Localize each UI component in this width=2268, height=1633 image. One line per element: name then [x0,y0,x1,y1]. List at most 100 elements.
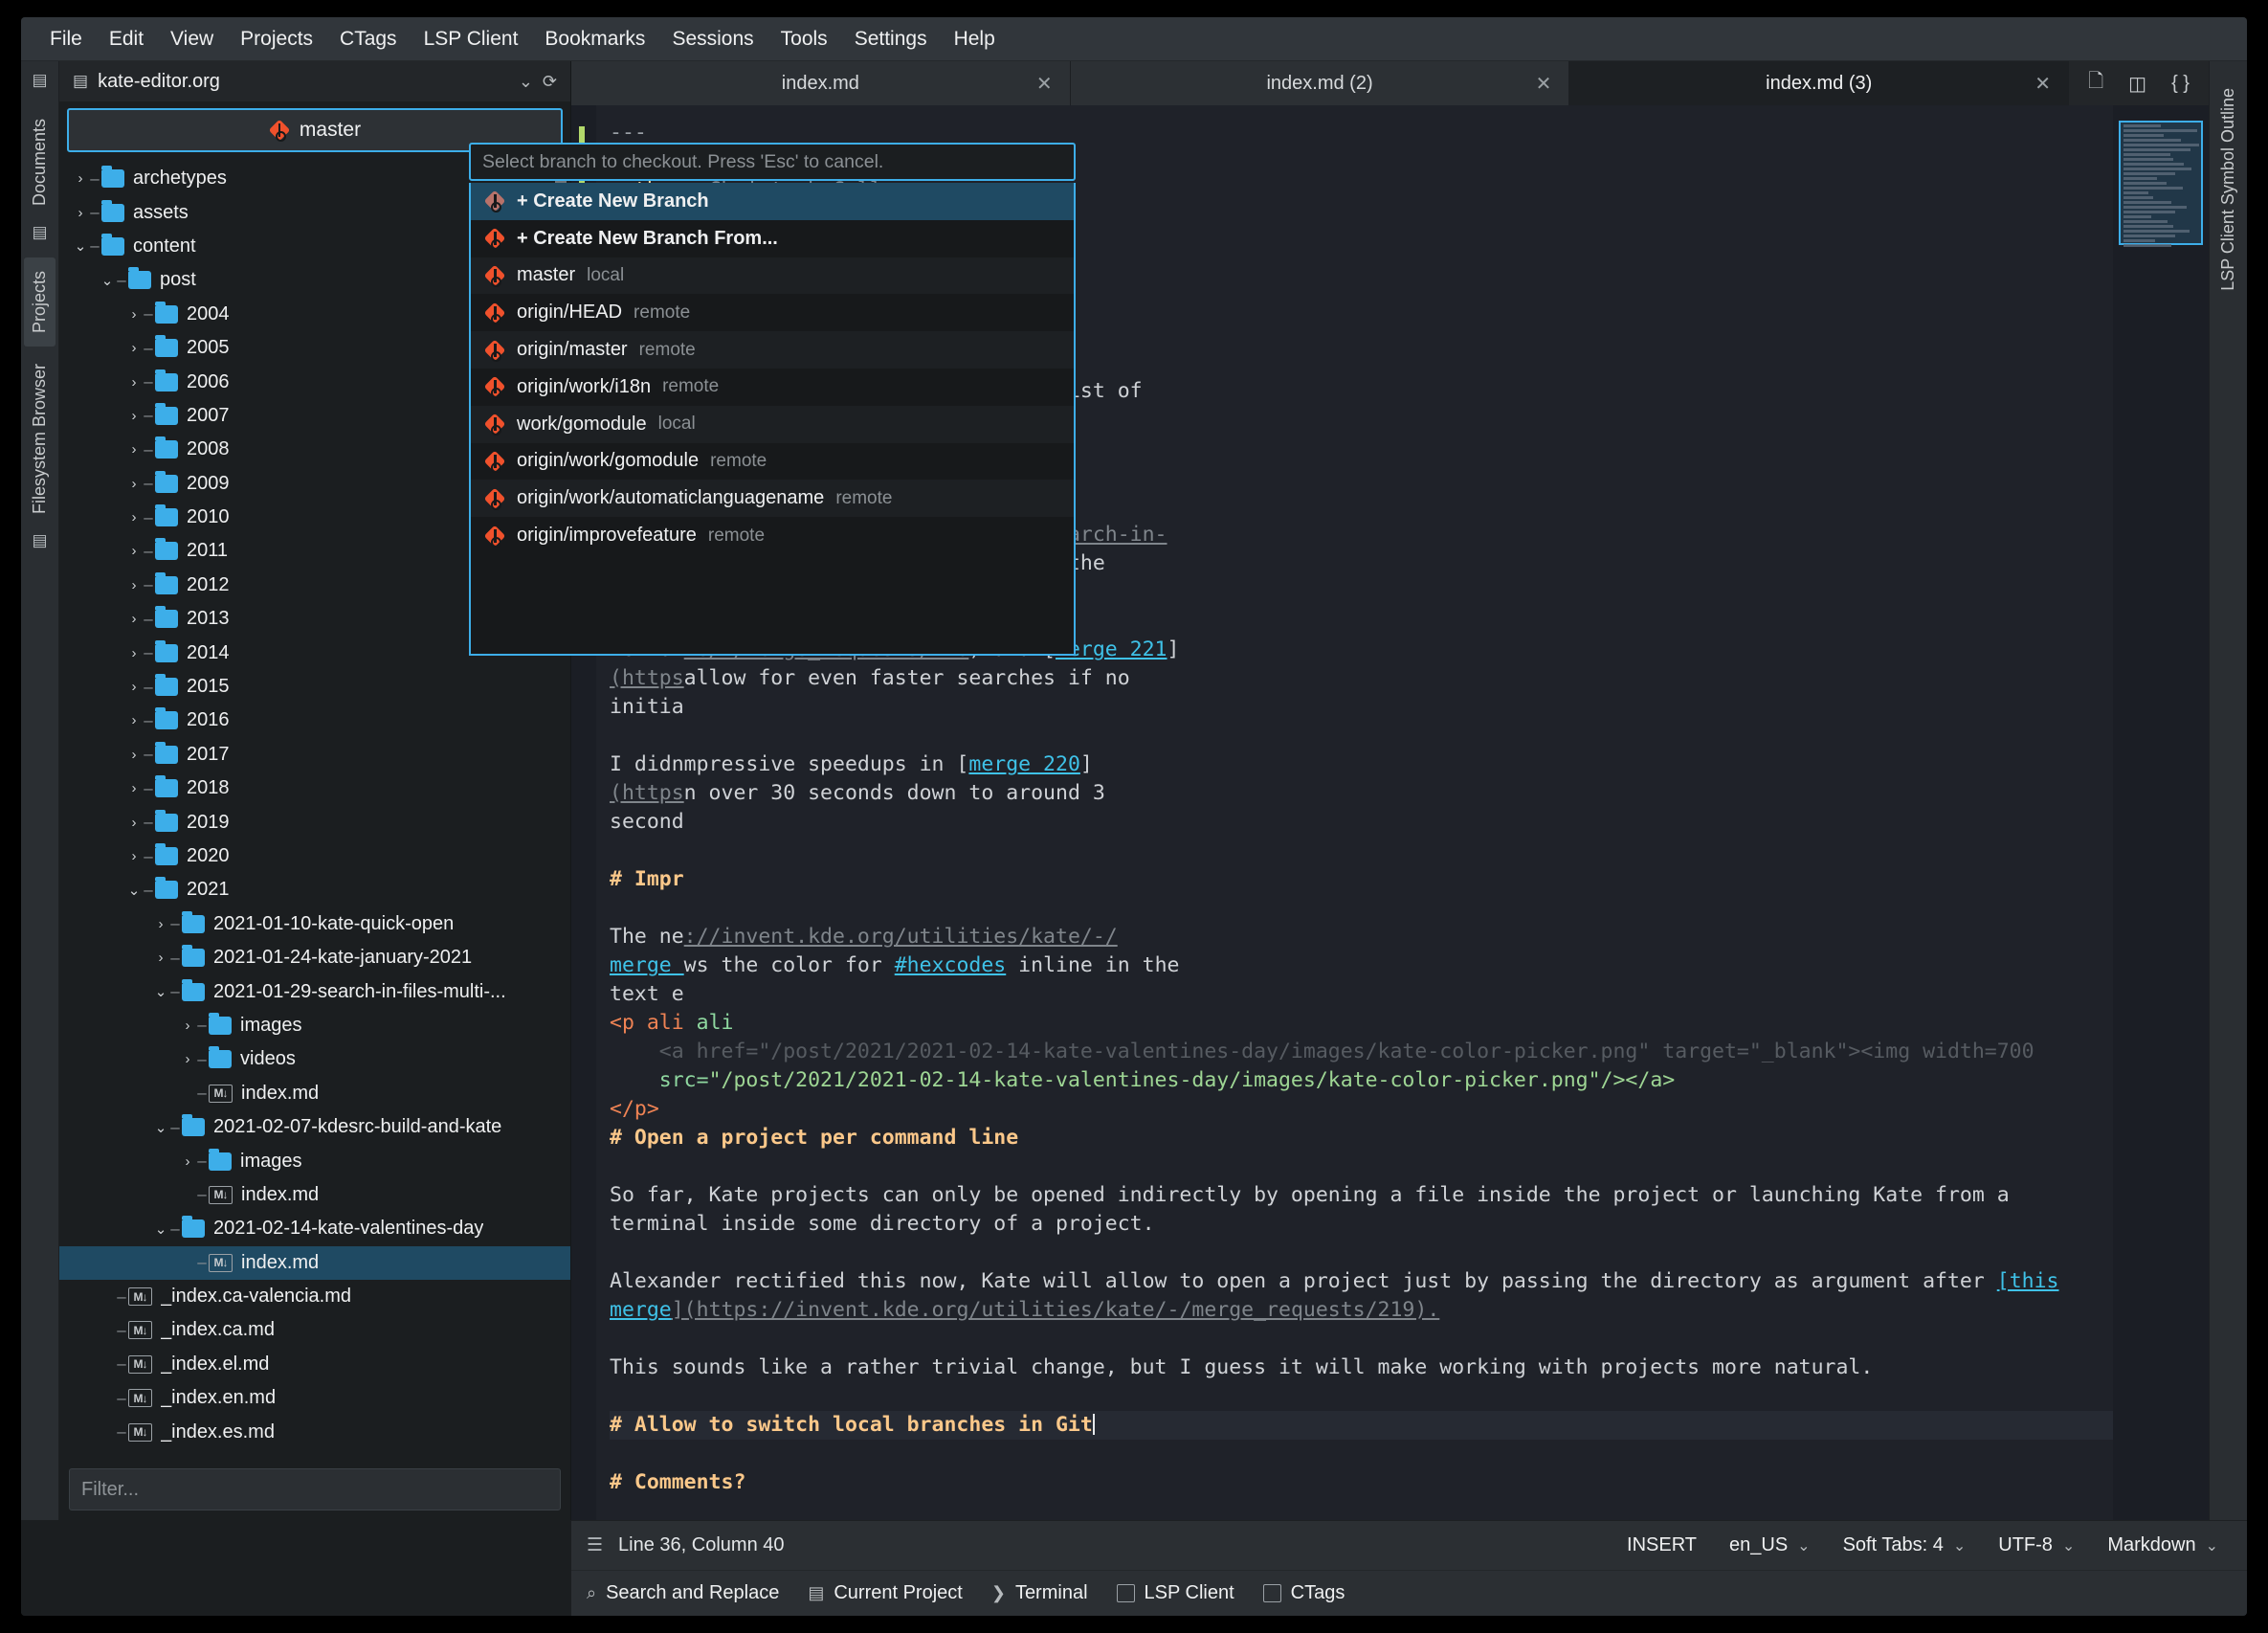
sidebar-tab-projects[interactable]: Projects [24,257,56,347]
branch-list-item[interactable]: origin/masterremote [471,331,1074,369]
menu-sessions[interactable]: Sessions [658,23,767,56]
chevron-down-icon[interactable]: ⌄ [519,72,533,92]
syntax-mode-selector[interactable]: Markdown⌄ [2107,1534,2218,1556]
branch-list-item[interactable]: work/gomodulelocal [471,406,1074,443]
menu-edit[interactable]: Edit [96,23,157,56]
toolbar-current-project[interactable]: ▤Current Project [808,1582,963,1604]
filter-input[interactable]: Filter... [69,1468,561,1510]
chevron-right-icon[interactable]: › [126,441,142,458]
tree-item[interactable]: ⌄–2021 [59,873,570,906]
chevron-down-icon[interactable]: ⌄ [153,983,168,1000]
chevron-right-icon[interactable]: › [126,645,142,661]
chevron-right-icon[interactable]: › [153,916,168,932]
menu-help[interactable]: Help [941,23,1009,56]
chevron-right-icon[interactable]: › [180,1051,195,1067]
tree-item[interactable]: ⌄–2021-02-14-kate-valentines-day [59,1212,570,1245]
branch-list-item[interactable]: origin/work/gomoduleremote [471,443,1074,481]
tree-item[interactable]: ›–2021-01-24-kate-january-2021 [59,941,570,974]
chevron-right-icon[interactable]: › [126,476,142,492]
chevron-down-icon[interactable]: ⌄ [126,882,142,899]
insert-mode[interactable]: INSERT [1627,1534,1697,1556]
tree-item[interactable]: ›–2016 [59,704,570,737]
close-icon[interactable]: ✕ [1036,72,1053,96]
locale-selector[interactable]: en_US⌄ [1729,1534,1811,1556]
chevron-right-icon[interactable]: › [126,679,142,695]
new-document-icon[interactable]: 🗋 [2088,67,2103,100]
tree-item[interactable]: ⌄–2021-02-07-kdesrc-build-and-kate [59,1110,570,1144]
tree-item[interactable]: ·–M↓index.md [59,1077,570,1110]
tree-item[interactable]: ·–M↓index.md [59,1246,570,1280]
chevron-right-icon[interactable]: › [73,170,88,187]
tree-item[interactable]: ·–M↓_index.es.md [59,1415,570,1448]
tree-item[interactable]: ›–2015 [59,670,570,704]
menu-lsp-client[interactable]: LSP Client [411,23,532,56]
split-view-icon[interactable]: ◫ [2128,72,2146,96]
project-selector-bar[interactable]: ▤ kate-editor.org ⌄ ⟳ [59,61,570,101]
close-icon[interactable]: ✕ [1536,72,1552,96]
editor-minimap[interactable] [2113,105,2209,1520]
tree-item[interactable]: ›–videos [59,1042,570,1076]
braces-icon[interactable]: { } [2171,73,2190,95]
chevron-right-icon[interactable]: › [73,205,88,221]
menu-view[interactable]: View [157,23,227,56]
tab-index-md-1[interactable]: index.md ✕ [571,61,1071,105]
menu-projects[interactable]: Projects [227,23,326,56]
chevron-right-icon[interactable]: › [126,543,142,559]
chevron-right-icon[interactable]: › [126,780,142,796]
branch-list-item[interactable]: origin/work/automaticlanguagenameremote [471,480,1074,517]
tree-item[interactable]: ⌄–2021-01-29-search-in-files-multi-... [59,974,570,1008]
tree-item[interactable]: ·–M↓_index.el.md [59,1348,570,1381]
tree-item[interactable]: ›–2017 [59,738,570,772]
toolbar-terminal[interactable]: ❯Terminal [991,1582,1088,1604]
branch-list-item[interactable]: masterlocal [471,257,1074,295]
sidebar-tab-documents[interactable]: Documents [24,105,56,219]
branch-list-item[interactable]: + Create New Branch From... [471,220,1074,257]
chevron-right-icon[interactable]: › [126,408,142,424]
chevron-right-icon[interactable]: › [180,1018,195,1034]
chevron-right-icon[interactable]: › [180,1153,195,1170]
tree-item[interactable]: ›–2021-01-10-kate-quick-open [59,907,570,941]
chevron-right-icon[interactable]: › [126,340,142,356]
chevron-down-icon[interactable]: ⌄ [100,272,115,289]
chevron-right-icon[interactable]: › [126,306,142,323]
minimap-viewport[interactable] [2119,121,2203,245]
branch-search-input[interactable]: Select branch to checkout. Press 'Esc' t… [469,143,1076,181]
toolbar-ctags[interactable]: CTags [1263,1582,1345,1604]
branch-list-item[interactable]: + Create New Branch [471,183,1074,220]
menu-ctags[interactable]: CTags [326,23,411,56]
chevron-down-icon[interactable]: ⌄ [153,1119,168,1136]
branch-list-item[interactable]: origin/HEADremote [471,294,1074,331]
chevron-right-icon[interactable]: › [126,509,142,526]
branch-list[interactable]: + Create New Branch+ Create New Branch F… [469,183,1076,656]
tab-index-md-2[interactable]: index.md (2) ✕ [1071,61,1570,105]
tree-item[interactable]: ·–M↓_index.ca-valencia.md [59,1280,570,1313]
reload-icon[interactable]: ⟳ [543,72,557,92]
encoding-selector[interactable]: UTF-8⌄ [1998,1534,2075,1556]
menu-file[interactable]: File [36,23,96,56]
tree-item[interactable]: ›–2019 [59,805,570,839]
chevron-right-icon[interactable]: › [126,747,142,763]
tree-item[interactable]: ·–M↓_index.ca.md [59,1313,570,1347]
chevron-right-icon[interactable]: › [126,712,142,728]
sidebar-tab-filesystem-browser[interactable]: Filesystem Browser [24,350,56,527]
menu-bookmarks[interactable]: Bookmarks [531,23,658,56]
chevron-right-icon[interactable]: › [126,611,142,627]
toolbar-lsp-client[interactable]: LSP Client [1117,1582,1234,1604]
tree-item[interactable]: ›–images [59,1009,570,1042]
tree-item[interactable]: ·–M↓_index.en.md [59,1381,570,1415]
tree-item[interactable]: ·–M↓index.md [59,1178,570,1212]
close-icon[interactable]: ✕ [2035,72,2051,96]
tree-item[interactable]: ›–2020 [59,839,570,873]
chevron-right-icon[interactable]: › [126,848,142,864]
chevron-down-icon[interactable]: ⌄ [73,237,88,255]
toolbar-search-and-replace[interactable]: ⌕Search and Replace [587,1582,779,1604]
tree-item[interactable]: ›–2018 [59,772,570,805]
chevron-down-icon[interactable]: ⌄ [153,1220,168,1238]
tab-index-md-3[interactable]: index.md (3) ✕ [1569,61,2069,105]
tab-width-selector[interactable]: Soft Tabs: 4⌄ [1843,1534,1967,1556]
chevron-right-icon[interactable]: › [153,950,168,966]
tree-item[interactable]: ›–images [59,1144,570,1177]
chevron-right-icon[interactable]: › [126,815,142,831]
branch-list-item[interactable]: origin/work/i18nremote [471,369,1074,406]
branch-list-item[interactable]: origin/improvefeatureremote [471,517,1074,554]
